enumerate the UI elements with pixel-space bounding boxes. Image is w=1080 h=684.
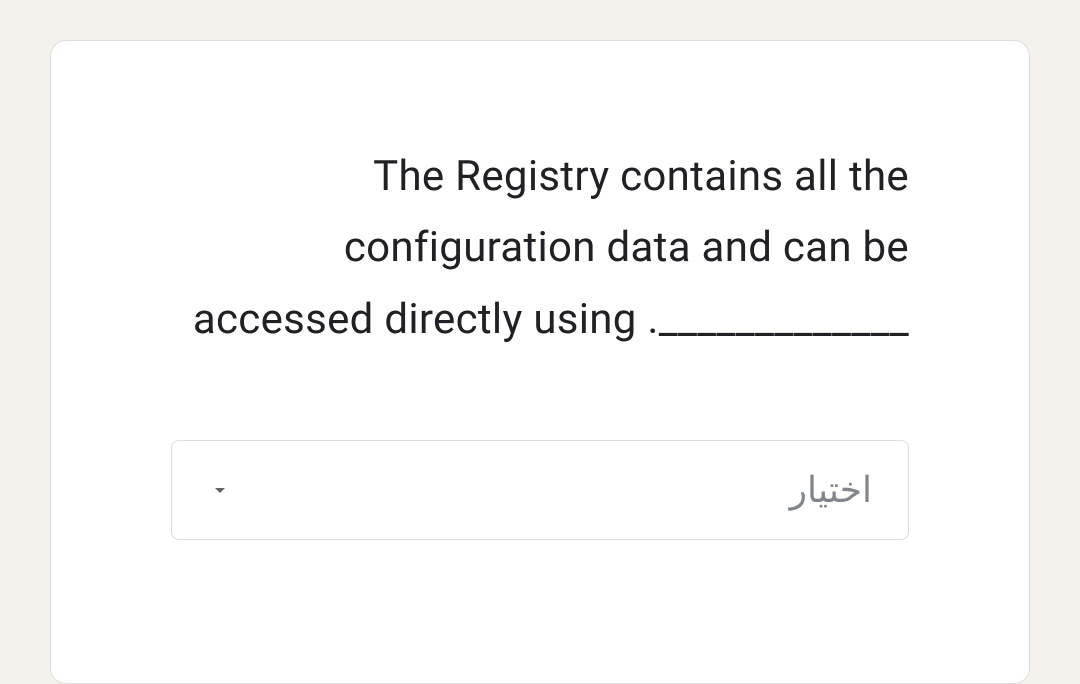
chevron-down-icon — [208, 478, 232, 502]
dropdown-placeholder: اختيار — [790, 469, 872, 511]
question-text: The Registry contains all the configurat… — [171, 141, 909, 355]
question-card: The Registry contains all the configurat… — [50, 40, 1030, 684]
answer-dropdown[interactable]: اختيار — [171, 440, 909, 540]
